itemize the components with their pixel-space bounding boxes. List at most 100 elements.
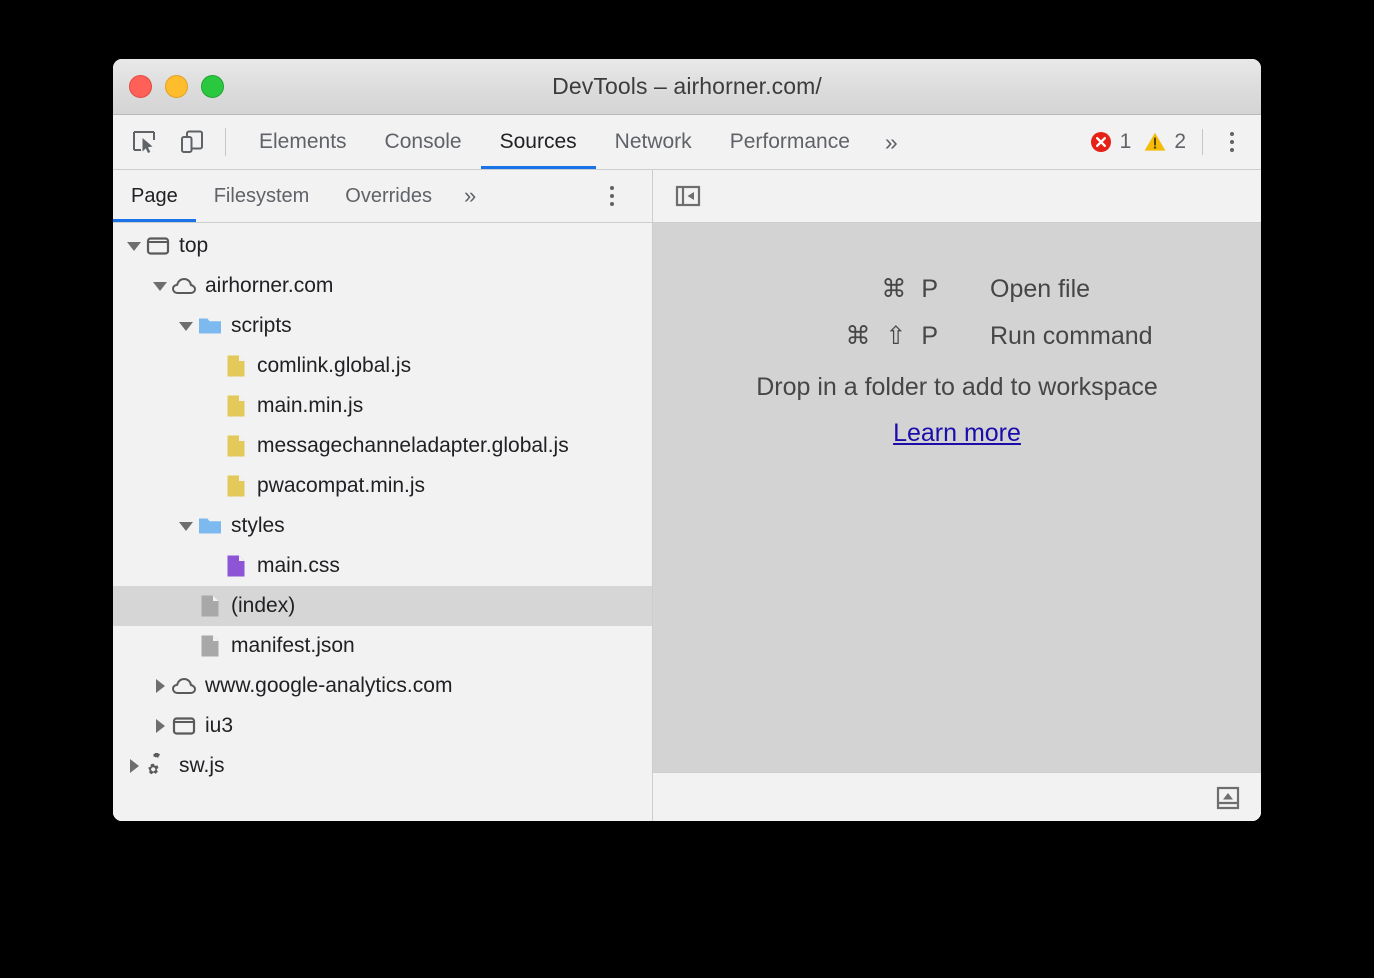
tree-item-label: comlink.global.js (257, 354, 411, 378)
document-file-icon (197, 633, 223, 659)
tree-item-main-css[interactable]: main.css (113, 546, 652, 586)
tree-item-airhorner-com[interactable]: airhorner.com (113, 266, 652, 306)
tab-performance[interactable]: Performance (711, 115, 869, 169)
warning-badge[interactable]: 2 (1137, 130, 1192, 154)
window-titlebar: DevTools – airhorner.com/ (113, 59, 1261, 115)
kebab-dot (1230, 148, 1234, 152)
tree-twisty-placeholder (175, 586, 197, 626)
tab-console-label: Console (385, 130, 462, 154)
editor-empty-state: ⌘ P Open file ⌘ ⇧ P Run command Drop in … (653, 223, 1261, 772)
tab-console[interactable]: Console (366, 115, 481, 169)
tree-item-main-min-js[interactable]: main.min.js (113, 386, 652, 426)
tab-network[interactable]: Network (596, 115, 711, 169)
shortcut-run-command-keys: ⌘ ⇧ P (737, 321, 942, 351)
tree-item-label: iu3 (205, 714, 233, 738)
tree-twisty-placeholder (175, 626, 197, 666)
tree-item-label: styles (231, 514, 285, 538)
frame-icon (145, 231, 171, 261)
tree-item-label: top (179, 234, 208, 258)
tree-item-pwacompat-min-js[interactable]: pwacompat.min.js (113, 466, 652, 506)
chevron-right-icon[interactable] (149, 666, 171, 706)
chevron-down-icon[interactable] (149, 266, 171, 306)
js-file-icon (223, 351, 249, 381)
chevron-down-glyph (127, 242, 141, 251)
tree-twisty-placeholder (201, 466, 223, 506)
show-drawer-button[interactable] (1211, 781, 1245, 815)
chevron-down-icon[interactable] (175, 306, 197, 346)
kebab-dot (610, 186, 614, 190)
tab-sources-label: Sources (500, 130, 577, 154)
tree-twisty-placeholder (201, 346, 223, 386)
window-title: DevTools – airhorner.com/ (552, 73, 822, 100)
tree-item-index[interactable]: (index) (113, 586, 652, 626)
maximize-window-button[interactable] (201, 75, 224, 98)
tree-item-sw-js[interactable]: sw.js (113, 746, 652, 786)
kebab-dot (610, 202, 614, 206)
navigator-pane: Page Filesystem Overrides » top airhorner… (113, 170, 653, 821)
chevron-right-glyph (156, 679, 165, 693)
more-tabs-button[interactable]: » (869, 115, 914, 169)
nav-tab-filesystem[interactable]: Filesystem (196, 170, 328, 222)
file-tree: top airhorner.com scripts comlink.global.js… (113, 223, 652, 821)
shortcut-open-file-keys: ⌘ P (737, 274, 942, 304)
toolbar-right-group: 1 2 (1083, 115, 1261, 169)
navigator-menu-button[interactable] (596, 170, 628, 222)
tree-twisty-placeholder (201, 546, 223, 586)
kebab-dot (1230, 140, 1234, 144)
tree-item-scripts[interactable]: scripts (113, 306, 652, 346)
chevron-right-glyph (156, 719, 165, 733)
nav-more-tabs-button[interactable]: » (450, 170, 490, 222)
tree-item-manifest-json[interactable]: manifest.json (113, 626, 652, 666)
chevron-right-icon[interactable] (149, 706, 171, 746)
editor-footer (653, 772, 1261, 821)
close-window-button[interactable] (129, 75, 152, 98)
cloud-icon (171, 671, 197, 701)
document-file-icon (197, 591, 223, 621)
learn-more-link[interactable]: Learn more (893, 419, 1021, 448)
css-file-icon (223, 551, 249, 581)
folder-icon (197, 513, 223, 539)
kebab-dot (1230, 132, 1234, 136)
service-worker-icon (145, 753, 171, 779)
editor-toolbar (653, 170, 1261, 223)
tree-item-comlink-global-js[interactable]: comlink.global.js (113, 346, 652, 386)
shortcut-open-file: ⌘ P Open file (737, 274, 1177, 304)
js-file-icon (223, 431, 249, 461)
chevron-down-icon[interactable] (123, 226, 145, 266)
document-file-icon (197, 593, 223, 619)
tab-elements[interactable]: Elements (240, 115, 366, 169)
error-count: 1 (1120, 130, 1132, 154)
error-icon (1089, 130, 1113, 154)
tree-item-label: (index) (231, 594, 295, 618)
tab-sources[interactable]: Sources (481, 115, 596, 169)
chevron-right-icon[interactable] (123, 746, 145, 786)
main-menu-button[interactable] (1215, 125, 1249, 159)
tree-item-label: sw.js (179, 754, 225, 778)
nav-tab-page[interactable]: Page (113, 170, 196, 222)
tree-item-www-google-analytics-com[interactable]: www.google-analytics.com (113, 666, 652, 706)
workspace-drop-hint: Drop in a folder to add to workspace (756, 373, 1158, 402)
chevron-down-icon[interactable] (175, 506, 197, 546)
tab-elements-label: Elements (259, 130, 347, 154)
nav-tab-overrides[interactable]: Overrides (327, 170, 450, 222)
tree-item-styles[interactable]: styles (113, 506, 652, 546)
error-badge[interactable]: 1 (1083, 130, 1138, 154)
inspect-element-button[interactable] (127, 125, 161, 159)
cloud-icon (171, 273, 197, 299)
css-file-icon (223, 553, 249, 579)
device-toolbar-icon (179, 129, 205, 155)
tree-item-iu3[interactable]: iu3 (113, 706, 652, 746)
folder-icon (197, 511, 223, 541)
frame-icon (171, 713, 197, 739)
folder-icon (197, 311, 223, 341)
tree-item-label: airhorner.com (205, 274, 333, 298)
chevron-down-glyph (179, 522, 193, 531)
toolbar-icon-group (113, 115, 209, 169)
warning-count: 2 (1174, 130, 1186, 154)
tree-item-messagechanneladapter-global-js[interactable]: messagechanneladapter.global.js (113, 426, 652, 466)
device-toolbar-button[interactable] (175, 125, 209, 159)
minimize-window-button[interactable] (165, 75, 188, 98)
toolbar-right-divider (1202, 129, 1203, 155)
tree-item-top[interactable]: top (113, 226, 652, 266)
show-navigator-button[interactable] (671, 179, 705, 213)
